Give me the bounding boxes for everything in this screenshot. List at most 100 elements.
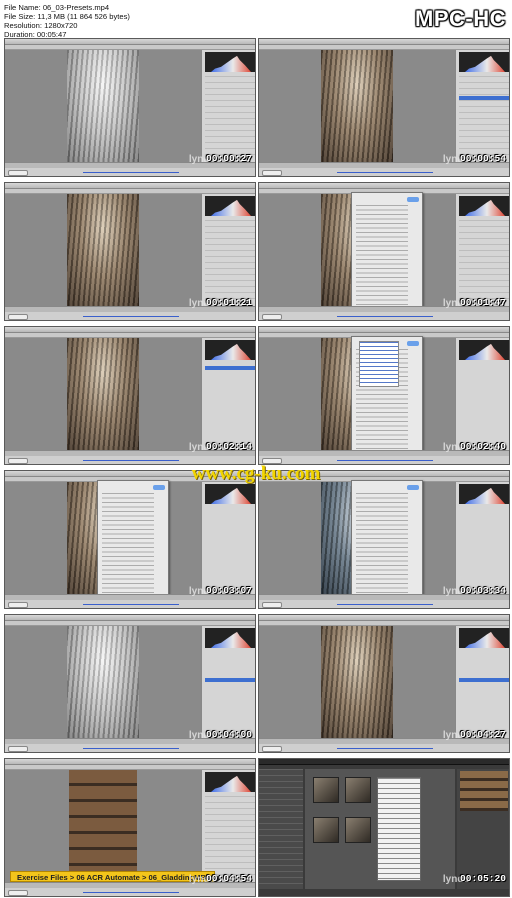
new-preset-dialog[interactable]: [97, 480, 169, 600]
workflow-link[interactable]: [337, 316, 433, 317]
panel-sliders: [459, 76, 509, 156]
histogram: [459, 628, 509, 648]
save-image-button[interactable]: [8, 314, 28, 320]
bottom-bar: [5, 312, 255, 320]
bottom-bar: [259, 168, 509, 176]
save-image-button[interactable]: [8, 746, 28, 752]
image-canvas: [5, 626, 201, 738]
frame-thumbnail[interactable]: lynda 00:03:34: [258, 470, 510, 609]
save-image-button[interactable]: [262, 170, 282, 176]
image-canvas: [259, 626, 455, 738]
histogram: [205, 772, 255, 792]
save-image-button[interactable]: [8, 602, 28, 608]
image-canvas: [5, 194, 201, 306]
selected-row[interactable]: [459, 678, 509, 682]
subset-dropdown-menu[interactable]: [359, 341, 399, 387]
workflow-link[interactable]: [337, 748, 433, 749]
preview-image: [460, 771, 508, 811]
resolution: Resolution: 1280x720: [4, 21, 78, 30]
adjust-panel: [201, 626, 255, 738]
adjust-panel: [455, 50, 509, 162]
settings-checklist[interactable]: [356, 493, 408, 593]
image-thumbnail[interactable]: [345, 777, 371, 803]
workflow-link[interactable]: [337, 460, 433, 461]
panel-sliders: [205, 796, 255, 876]
photo-preview: [67, 50, 139, 162]
settings-checklist[interactable]: [356, 205, 408, 305]
adjust-panel: [455, 482, 509, 594]
frame-thumbnail[interactable]: lynda 00:05:20: [258, 758, 510, 897]
bottom-bar: [259, 600, 509, 608]
ok-button[interactable]: [407, 197, 419, 202]
workflow-link[interactable]: [83, 460, 179, 461]
player-logo: MPC-HC: [415, 6, 506, 31]
histogram: [459, 196, 509, 216]
image-canvas: [5, 50, 201, 162]
frame-thumbnail[interactable]: lynda 00:00:54: [258, 38, 510, 177]
adjust-panel: [201, 338, 255, 450]
workflow-link[interactable]: [83, 172, 179, 173]
panel-sliders: [459, 220, 509, 300]
bottom-bar: [5, 888, 255, 896]
frame-thumbnail[interactable]: lynda 00:04:00: [4, 614, 256, 753]
workflow-link[interactable]: [337, 604, 433, 605]
preview-panel: [457, 769, 509, 889]
photo-preview: [67, 194, 139, 306]
frame-thumbnail[interactable]: lynda 00:01:21: [4, 182, 256, 321]
breadcrumb-banner: Exercise Files > 06 ACR Automate > 06_Gl…: [10, 871, 219, 882]
image-thumbnail[interactable]: [313, 817, 339, 843]
workflow-link[interactable]: [83, 316, 179, 317]
save-image-button[interactable]: [262, 746, 282, 752]
histogram: [205, 340, 255, 360]
settings-checklist[interactable]: [102, 493, 154, 593]
workflow-link[interactable]: [83, 892, 179, 893]
context-menu[interactable]: [377, 777, 421, 881]
frame-thumbnail[interactable]: lynda 00:00:27: [4, 38, 256, 177]
file-info-header: File Name: 06_03-Presets.mp4 File Size: …: [0, 0, 512, 40]
timestamp: 00:05:20: [459, 873, 506, 884]
image-thumbnail[interactable]: [313, 777, 339, 803]
ok-button[interactable]: [153, 485, 165, 490]
file-size: File Size: 11,3 MB (11 864 526 bytes): [4, 12, 130, 21]
folders-panel[interactable]: [259, 769, 303, 889]
timestamp: 00:01:21: [205, 297, 252, 308]
image-canvas: [5, 770, 201, 882]
frame-thumbnail[interactable]: lynda 00:01:47: [258, 182, 510, 321]
timestamp: 00:04:00: [205, 729, 252, 740]
workflow-link[interactable]: [337, 172, 433, 173]
histogram: [459, 340, 509, 360]
workflow-link[interactable]: [83, 604, 179, 605]
save-image-button[interactable]: [262, 602, 282, 608]
adjust-panel: [201, 50, 255, 162]
frame-thumbnail[interactable]: lynda 00:02:14: [4, 326, 256, 465]
adjust-panel: [201, 194, 255, 306]
new-preset-dialog[interactable]: [351, 192, 423, 312]
frame-thumbnail[interactable]: lynda 00:03:07: [4, 470, 256, 609]
selected-row[interactable]: [205, 678, 255, 682]
workflow-link[interactable]: [83, 748, 179, 749]
ok-button[interactable]: [407, 341, 419, 346]
frame-thumbnail[interactable]: lynda 00:02:40: [258, 326, 510, 465]
histogram: [459, 484, 509, 504]
timestamp: 00:02:40: [459, 441, 506, 452]
image-canvas: [259, 50, 455, 162]
bottom-bar: [259, 312, 509, 320]
image-thumbnail[interactable]: [345, 817, 371, 843]
save-image-button[interactable]: [8, 170, 28, 176]
selected-row[interactable]: [205, 366, 255, 370]
timestamp: 00:00:27: [205, 153, 252, 164]
selected-row[interactable]: [459, 96, 509, 100]
frame-thumbnail[interactable]: lynda 00:04:27: [258, 614, 510, 753]
file-name: File Name: 06_03-Presets.mp4: [4, 3, 110, 12]
adjust-panel: [455, 626, 509, 738]
adjust-panel: [201, 770, 255, 882]
bottom-bar: [5, 600, 255, 608]
frame-thumbnail[interactable]: Exercise Files > 06 ACR Automate > 06_Gl…: [4, 758, 256, 897]
new-preset-dialog[interactable]: [351, 480, 423, 600]
save-image-button[interactable]: [262, 314, 282, 320]
save-image-button[interactable]: [8, 890, 28, 896]
photo-preview: [69, 770, 137, 882]
site-watermark: www.cg-ku.com: [191, 463, 321, 484]
ok-button[interactable]: [407, 485, 419, 490]
adjust-panel: [455, 338, 509, 450]
